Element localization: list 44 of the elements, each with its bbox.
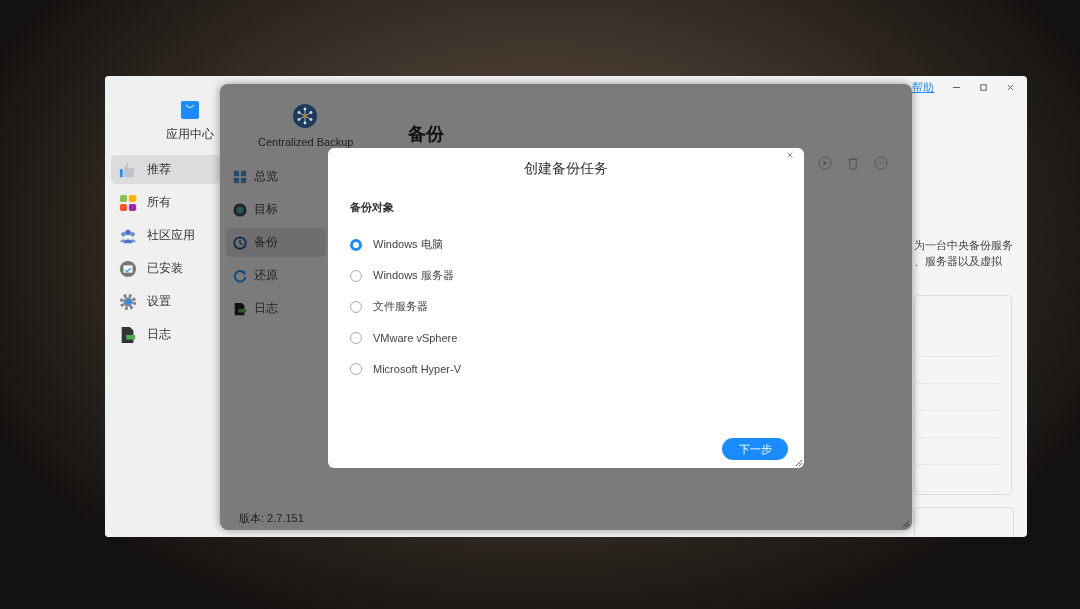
sidebar-item[interactable]: 总览 xyxy=(226,162,326,191)
sidebar-item[interactable]: 推荐 xyxy=(111,155,220,184)
description-text: 、服务器以及虚拟 xyxy=(914,254,1003,269)
sidebar-item[interactable]: 还原 xyxy=(226,261,326,290)
clock-icon xyxy=(233,235,247,250)
radio-option[interactable]: 文件服务器 xyxy=(350,291,782,322)
app-title: 应用中心 xyxy=(165,126,214,143)
description-text: 为一台中央备份服务 xyxy=(914,238,1014,253)
log-file-icon xyxy=(119,325,137,344)
play-icon[interactable] xyxy=(818,156,832,170)
installed-app-icon xyxy=(119,259,137,278)
sidebar-item[interactable]: 社区应用 xyxy=(111,221,220,250)
page-title: 备份 xyxy=(408,123,445,146)
thumbs-up-icon xyxy=(119,160,137,179)
sidebar-item[interactable]: 已安装 xyxy=(111,254,220,283)
radio-option[interactable]: VMware vSphere xyxy=(350,322,782,353)
shopping-bag-icon xyxy=(179,100,200,120)
section-label: 备份对象 xyxy=(350,200,395,215)
sidebar-item[interactable]: 所有 xyxy=(111,188,220,217)
close-icon[interactable] xyxy=(1006,83,1015,92)
sidebar-item[interactable]: 日志 xyxy=(111,320,220,349)
radio-button[interactable] xyxy=(350,238,362,251)
radio-option[interactable]: Microsoft Hyper-V xyxy=(350,353,782,384)
trash-icon[interactable] xyxy=(846,156,860,170)
maximize-icon[interactable] xyxy=(979,83,988,92)
radio-option[interactable]: Windows 服务器 xyxy=(350,260,782,291)
sidebar-item[interactable]: 目标 xyxy=(226,195,326,224)
more-icon[interactable] xyxy=(874,156,888,170)
network-hub-icon xyxy=(293,104,317,128)
app-name: Centralized Backup xyxy=(257,135,355,150)
resize-grip-icon[interactable] xyxy=(900,518,910,528)
sidebar-item[interactable]: 日志 xyxy=(226,294,326,323)
gear-icon xyxy=(119,292,137,311)
log-file-icon xyxy=(233,301,247,316)
sidebar-item[interactable]: 设置 xyxy=(111,287,220,316)
grid-icon xyxy=(233,169,247,184)
radio-option[interactable]: Windows 电脑 xyxy=(350,229,782,260)
colored-tiles-icon xyxy=(119,193,137,212)
resize-grip-icon[interactable] xyxy=(793,457,803,467)
version-text: 版本: 2.7.151 xyxy=(239,511,304,526)
circular-arrow-icon xyxy=(233,268,247,283)
target-icon xyxy=(233,202,247,217)
close-icon[interactable] xyxy=(786,151,794,159)
dialog-title: 创建备份任务 xyxy=(523,160,609,178)
